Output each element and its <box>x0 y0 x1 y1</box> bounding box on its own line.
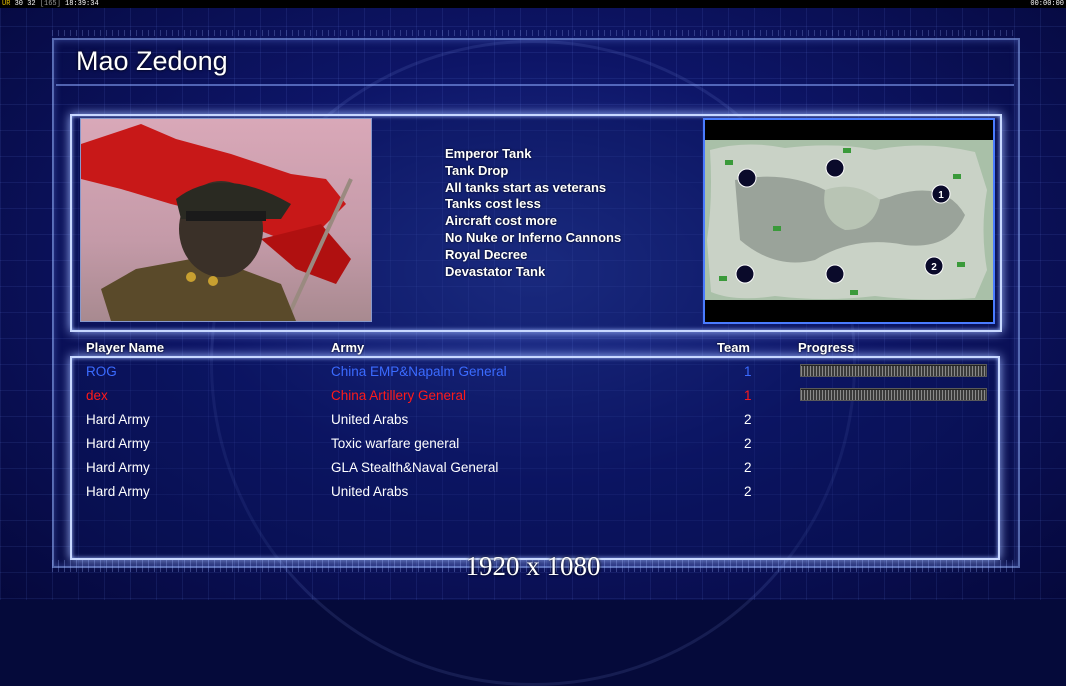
player-army: Toxic warfare general <box>331 436 460 451</box>
player-name: Hard Army <box>86 412 150 427</box>
bonus-item: All tanks start as veterans <box>445 179 607 195</box>
hud-values: 30 32 <box>14 0 36 8</box>
hud-left-stats: UR 30 32 [165] 18:39:34 <box>2 0 99 8</box>
header-player-name: Player Name <box>86 340 165 355</box>
general-bonus-list: Emperor Tank Tank Drop All tanks start a… <box>445 146 621 280</box>
player-team: 2 <box>744 436 752 451</box>
bonus-item: No Nuke or Inferno Cannons <box>445 229 622 245</box>
player-name: Hard Army <box>86 460 150 475</box>
bonus-item: Emperor Tank <box>445 146 532 161</box>
player-team: 2 <box>744 484 752 499</box>
player-name: dex <box>86 388 108 403</box>
hud-prefix: UR <box>2 0 11 8</box>
player-name: ROG <box>86 364 117 379</box>
player-army: United Arabs <box>331 484 409 499</box>
bonus-item: Devastator Tank <box>445 263 546 279</box>
player-army: GLA Stealth&Naval General <box>331 460 499 475</box>
loading-progress-bar <box>800 364 987 377</box>
general-portrait <box>80 118 372 322</box>
loading-progress-bar <box>800 388 987 401</box>
hud-timer: 00:00:00 <box>1030 0 1064 8</box>
player-row: Hard Army United Arabs 2 <box>86 412 986 434</box>
header-progress: Progress <box>798 340 855 355</box>
player-row: Hard Army United Arabs 2 <box>86 484 986 506</box>
bonus-item: Aircraft cost more <box>445 213 557 229</box>
player-name: Hard Army <box>86 484 150 499</box>
player-team: 2 <box>744 460 752 475</box>
player-list-panel <box>70 356 1000 560</box>
title-divider <box>56 84 1014 86</box>
start-position-2: 2 <box>931 262 937 273</box>
player-row: Hard Army Toxic warfare general 2 <box>86 436 986 458</box>
map-preview: 1 2 <box>703 118 995 324</box>
player-row: Hard Army GLA Stealth&Naval General 2 <box>86 460 986 482</box>
hud-bar: UR 30 32 [165] 18:39:34 00:00:00 <box>0 0 1066 8</box>
player-team: 1 <box>744 388 752 403</box>
player-row: ROG China EMP&Napalm General 1 <box>86 364 987 386</box>
player-army: United Arabs <box>331 412 409 427</box>
bonus-item: Tank Drop <box>445 162 509 178</box>
player-row: dex China Artillery General 1 <box>86 388 987 410</box>
player-army: China EMP&Napalm General <box>331 364 507 379</box>
start-position-1: 1 <box>938 190 944 201</box>
hud-bracket: [165] <box>39 0 61 8</box>
resolution-label: 1920 x 1080 <box>465 551 601 581</box>
player-name: Hard Army <box>86 436 150 451</box>
hud-clock: 18:39:34 <box>65 0 99 8</box>
player-team: 1 <box>744 364 752 379</box>
ruler-top <box>52 30 1018 36</box>
header-team: Team <box>717 340 750 355</box>
bonus-item: Royal Decree <box>445 246 528 262</box>
header-army: Army <box>331 340 365 355</box>
bonus-item: Tanks cost less <box>445 196 541 212</box>
general-name: Mao Zedong <box>76 46 228 76</box>
player-team: 2 <box>744 412 752 427</box>
player-army: China Artillery General <box>331 388 467 403</box>
